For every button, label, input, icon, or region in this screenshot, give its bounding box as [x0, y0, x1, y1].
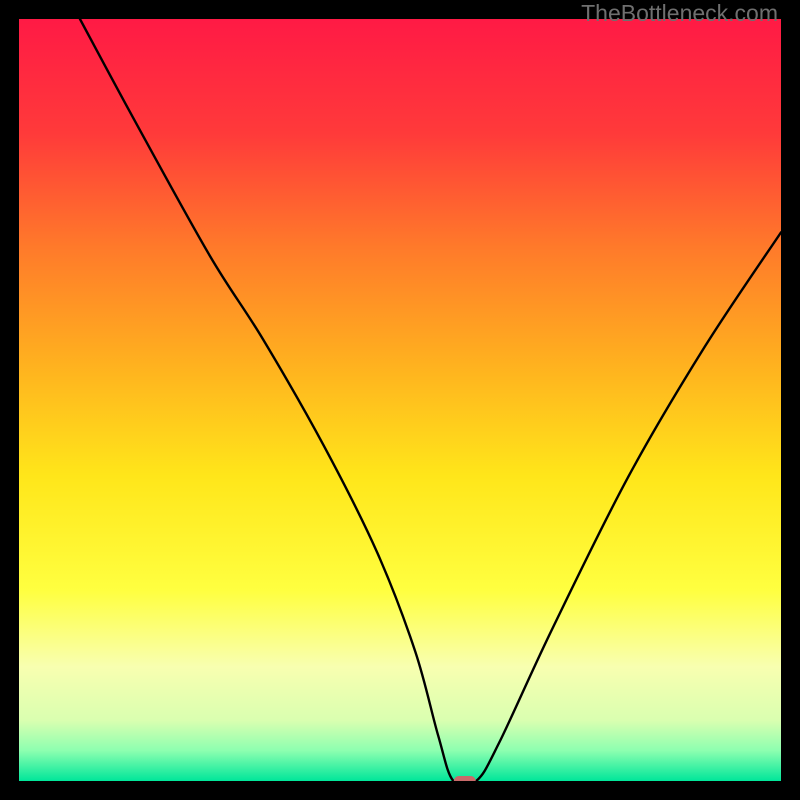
- gradient-background: [19, 19, 781, 781]
- watermark-text: TheBottleneck.com: [581, 0, 778, 27]
- bottleneck-chart: [19, 19, 781, 781]
- chart-frame: [19, 19, 781, 781]
- optimal-marker: [454, 776, 476, 781]
